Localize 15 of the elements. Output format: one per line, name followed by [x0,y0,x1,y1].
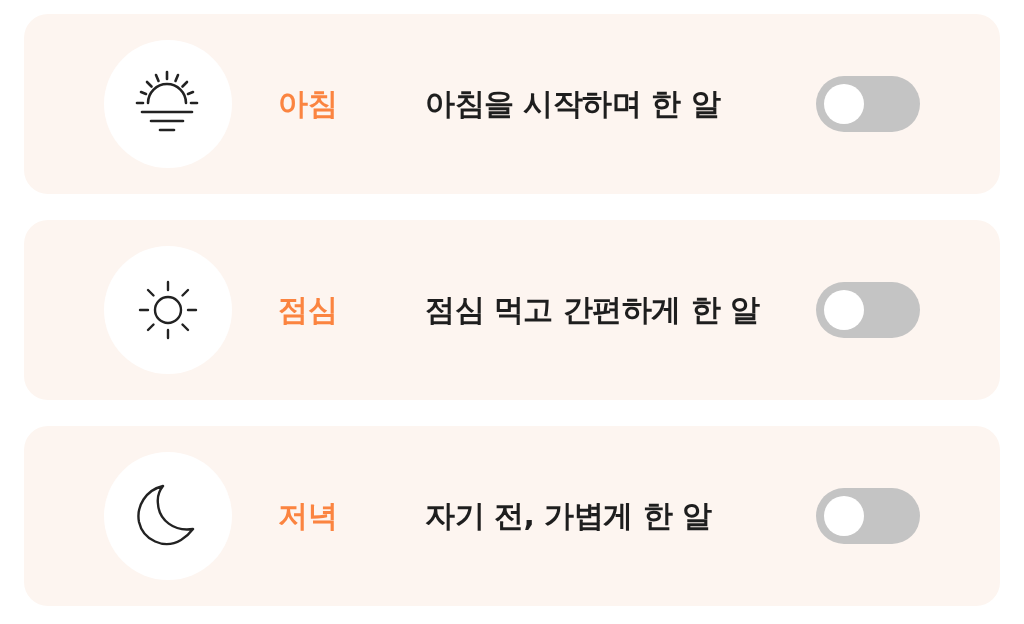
toggle-knob [824,290,864,330]
toggle-switch[interactable] [816,488,920,544]
toggle-knob [824,496,864,536]
time-label: 점심 [278,290,339,329]
dose-description: 자기 전, 가볍게 한 알 [425,496,713,535]
toggle-knob [824,84,864,124]
sunrise-icon [104,40,232,168]
dose-description: 아침을 시작하며 한 알 [425,84,722,123]
moon-icon [104,452,232,580]
time-label: 저녁 [278,496,339,535]
toggle-switch[interactable] [816,282,920,338]
toggle-switch[interactable] [816,76,920,132]
time-label: 아침 [278,84,339,123]
sun-icon [104,246,232,374]
dose-description: 점심 먹고 간편하게 한 알 [425,290,761,329]
